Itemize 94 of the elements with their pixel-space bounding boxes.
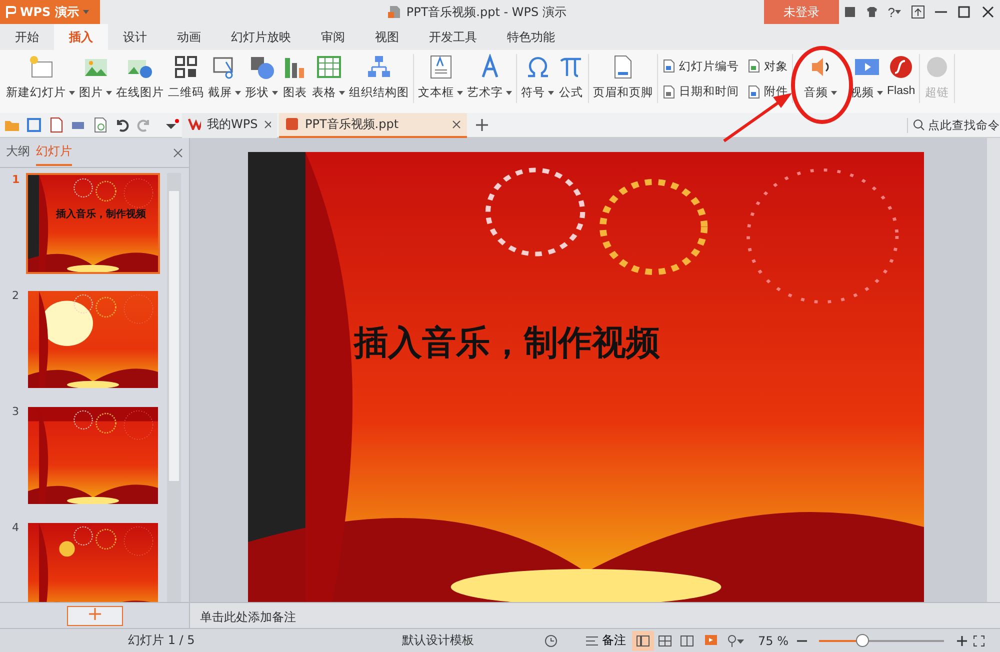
text-box-icon bbox=[428, 54, 454, 80]
thumbnail-title: 插入音乐，制作视频 bbox=[56, 207, 146, 221]
ribbon-button[interactable]: 二维码 bbox=[166, 54, 206, 103]
shapes-icon bbox=[248, 54, 274, 80]
slide-number: 3 bbox=[12, 405, 20, 420]
close-icon[interactable] bbox=[264, 120, 271, 128]
help-button[interactable]: ? bbox=[882, 0, 906, 24]
minimize-icon bbox=[935, 11, 947, 13]
table-icon bbox=[316, 54, 342, 80]
document-tab[interactable]: PPT音乐视频.ppt bbox=[279, 112, 467, 138]
upload-icon bbox=[911, 5, 925, 19]
slide-count: 幻灯片 1 / 5 bbox=[128, 632, 196, 649]
document-icon bbox=[747, 59, 761, 73]
caret-icon bbox=[895, 10, 901, 14]
ribbon-button[interactable]: 音频 bbox=[802, 54, 839, 103]
ribbon-tab[interactable]: 开始 bbox=[0, 24, 54, 50]
ribbon-button[interactable]: Flash bbox=[885, 54, 918, 103]
ribbon-button[interactable]: 对象 bbox=[745, 56, 790, 76]
search-icon bbox=[913, 119, 925, 131]
document-icon bbox=[662, 59, 676, 73]
flash-icon bbox=[888, 54, 914, 80]
scrollbar[interactable] bbox=[987, 138, 1000, 602]
ribbon-tab[interactable]: 幻灯片放映 bbox=[216, 24, 306, 50]
close-icon[interactable] bbox=[173, 148, 183, 158]
ribbon-tab[interactable]: 开发工具 bbox=[414, 24, 492, 50]
slide-number: 1 bbox=[12, 173, 20, 188]
history-icon[interactable] bbox=[544, 634, 558, 648]
box-icon bbox=[844, 6, 856, 18]
file-icon bbox=[387, 5, 402, 19]
ppt-file-icon bbox=[285, 117, 299, 131]
panel-tab[interactable]: 大纲 bbox=[6, 139, 30, 166]
ribbon-button[interactable]: 图片 bbox=[77, 54, 114, 103]
ribbon-button[interactable]: 符号 bbox=[519, 54, 556, 103]
normal-view-icon bbox=[636, 634, 650, 646]
undo-icon[interactable] bbox=[114, 117, 130, 133]
ribbon-button[interactable]: 图表 bbox=[280, 54, 310, 103]
ribbon-button[interactable]: 组织结构图 bbox=[347, 54, 411, 103]
logo-icon bbox=[6, 6, 16, 18]
document-icon bbox=[747, 84, 761, 98]
ribbon-button[interactable]: 页眉和页脚 bbox=[591, 54, 655, 103]
ribbon-tab[interactable]: 插入 bbox=[54, 24, 108, 50]
window-title: PPT音乐视频.ppt - WPS 演示 bbox=[406, 4, 566, 20]
ribbon-tab[interactable]: 视图 bbox=[360, 24, 414, 50]
ribbon-button[interactable]: 公式 bbox=[556, 54, 586, 103]
close-icon[interactable] bbox=[452, 120, 461, 128]
slide-thumbnail[interactable]: 插入音乐，制作视频 bbox=[26, 173, 160, 274]
pin-icon[interactable] bbox=[726, 634, 744, 648]
ribbon-button[interactable]: 在线图片 bbox=[114, 54, 166, 103]
caret-icon bbox=[82, 10, 89, 14]
ribbon-button[interactable]: 表格 bbox=[310, 54, 347, 103]
slide-number: 4 bbox=[12, 521, 20, 536]
qr-code-icon bbox=[173, 54, 199, 80]
ribbon-button[interactable]: 形状 bbox=[243, 54, 280, 103]
notes-button[interactable]: 备注 bbox=[580, 631, 632, 650]
zoom-in-icon[interactable] bbox=[956, 636, 966, 646]
scrollbar[interactable] bbox=[167, 173, 181, 602]
slide-number: 2 bbox=[12, 289, 20, 304]
ribbon-tab[interactable]: 动画 bbox=[162, 24, 216, 50]
ribbon-button[interactable]: 日期和时间 bbox=[660, 82, 741, 102]
preview-icon[interactable] bbox=[92, 117, 108, 133]
fit-icon[interactable] bbox=[972, 634, 984, 646]
ribbon-button[interactable]: 幻灯片编号 bbox=[660, 56, 741, 76]
save-icon[interactable] bbox=[26, 117, 42, 133]
close-icon bbox=[981, 5, 995, 19]
ribbon-tab[interactable]: 设计 bbox=[108, 24, 162, 50]
pdf-icon[interactable] bbox=[48, 117, 64, 133]
document-tab[interactable]: 我的WPS bbox=[182, 112, 277, 138]
lines-icon bbox=[586, 636, 598, 646]
ribbon-tab[interactable]: 特色功能 bbox=[492, 24, 570, 50]
ribbon-button[interactable]: 截屏 bbox=[206, 54, 243, 103]
slide-title: 插入音乐，制作视频 bbox=[354, 322, 660, 365]
ribbon-tab[interactable]: 审阅 bbox=[306, 24, 360, 50]
ribbon-button[interactable]: 新建幻灯片 bbox=[4, 54, 77, 103]
template-name: 默认设计模板 bbox=[402, 632, 474, 649]
maximize-icon bbox=[957, 5, 971, 19]
add-tab-icon[interactable] bbox=[475, 118, 489, 132]
wps-logo-icon bbox=[188, 118, 201, 130]
ribbon-button[interactable]: 艺术字 bbox=[465, 54, 514, 103]
play-icon[interactable] bbox=[704, 634, 718, 648]
notes-field[interactable]: 单击此处添加备注 bbox=[190, 602, 1000, 628]
book-view-icon bbox=[680, 634, 694, 646]
grid-view-icon bbox=[658, 634, 672, 646]
ribbon-button[interactable]: 文本框 bbox=[416, 54, 465, 103]
document-icon bbox=[662, 84, 676, 98]
command-search-field[interactable]: 点此查找命令 bbox=[907, 118, 1000, 132]
shirt-icon bbox=[866, 6, 878, 18]
zoom-level: 75 % bbox=[758, 634, 788, 648]
slider-thumb[interactable] bbox=[856, 634, 870, 646]
view-button[interactable] bbox=[632, 630, 654, 650]
app-name: WPS 演示 bbox=[20, 4, 79, 20]
new-slide-icon bbox=[28, 54, 54, 80]
add-slide-button[interactable] bbox=[66, 606, 122, 626]
plus-icon bbox=[88, 608, 100, 620]
org-chart-icon bbox=[366, 54, 392, 80]
